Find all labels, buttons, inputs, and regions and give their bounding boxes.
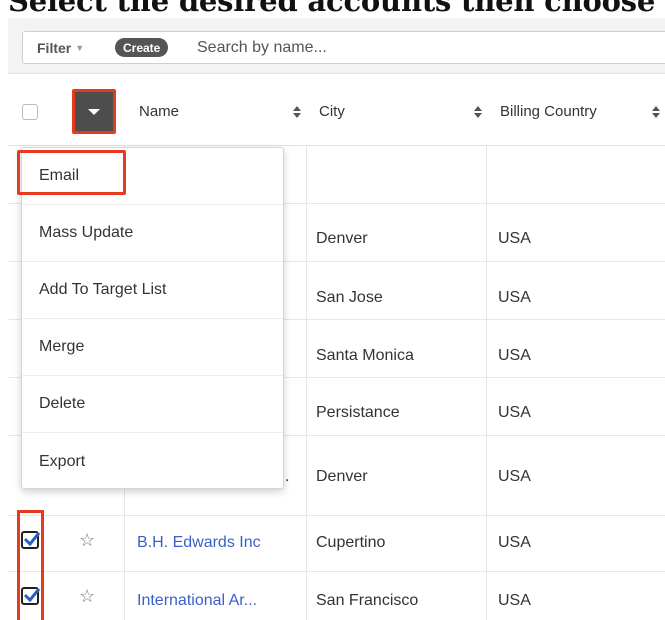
city-cell: Cupertino <box>316 534 386 551</box>
country-cell: USA <box>498 230 531 247</box>
country-cell: USA <box>498 404 531 421</box>
favorite-star-icon[interactable]: ☆ <box>79 586 95 607</box>
city-cell: Persistance <box>316 404 400 421</box>
mass-actions-menu: Email Mass Update Add To Target List Mer… <box>17 147 284 490</box>
menu-item-label: Merge <box>39 338 85 355</box>
filter-dropdown[interactable]: Filter ▼ <box>23 32 94 63</box>
name-cell[interactable]: International Ar... <box>137 592 257 610</box>
name-cell[interactable]: B.H. Edwards Inc <box>137 534 261 552</box>
menu-item-mass-update[interactable]: Mass Update <box>22 205 283 262</box>
sort-icon <box>652 105 660 118</box>
list-toolbar: Filter ▼ Create <box>8 18 665 74</box>
country-cell: USA <box>498 534 531 551</box>
country-cell: USA <box>498 468 531 485</box>
sort-icon <box>293 105 301 118</box>
sort-icon <box>474 105 482 118</box>
table-row[interactable]: ☆ International Ar... San Francisco USA <box>8 572 665 620</box>
table-header: Name City Billing Country <box>8 76 665 146</box>
country-cell: USA <box>498 347 531 364</box>
mass-actions-dropdown-button[interactable] <box>72 89 116 134</box>
search-input[interactable] <box>197 33 637 62</box>
country-cell: USA <box>498 592 531 609</box>
filter-search-bar: Filter ▼ Create <box>22 31 665 64</box>
checkbox-highlight-outline <box>17 510 44 620</box>
menu-item-merge[interactable]: Merge <box>22 319 283 376</box>
city-cell: San Jose <box>316 289 383 306</box>
column-header-name[interactable]: Name <box>139 103 301 120</box>
city-cell: Santa Monica <box>316 347 414 364</box>
menu-item-label: Export <box>39 452 86 470</box>
city-cell: Denver <box>316 230 368 247</box>
column-header-label: Name <box>139 103 180 120</box>
menu-item-delete[interactable]: Delete <box>22 376 283 433</box>
filter-label: Filter <box>37 39 72 56</box>
tutorial-caption: Select the desired accounts then choose <box>8 0 656 18</box>
column-header-billing-country[interactable]: Billing Country <box>500 103 660 120</box>
menu-item-export[interactable]: Export <box>22 433 283 490</box>
name-cell[interactable]: . <box>285 468 289 486</box>
menu-item-label: Mass Update <box>39 224 134 241</box>
create-filter-button[interactable]: Create <box>115 38 169 57</box>
city-cell: Denver <box>316 468 368 485</box>
city-cell: San Francisco <box>316 592 419 609</box>
favorite-star-icon[interactable]: ☆ <box>79 530 95 551</box>
column-header-city[interactable]: City <box>319 103 482 120</box>
caret-down-icon <box>88 108 100 115</box>
menu-item-label: Add To Target List <box>39 281 167 298</box>
column-header-label: Billing Country <box>500 103 597 120</box>
table-row[interactable]: ☆ B.H. Edwards Inc Cupertino USA <box>8 516 665 572</box>
menu-item-label: Delete <box>39 395 86 412</box>
menu-item-add-to-target-list[interactable]: Add To Target List <box>22 262 283 319</box>
select-all-checkbox[interactable] <box>22 104 38 120</box>
column-header-label: City <box>319 103 345 120</box>
country-cell: USA <box>498 289 531 306</box>
email-highlight-outline <box>17 150 126 195</box>
chevron-down-icon: ▼ <box>75 42 85 53</box>
